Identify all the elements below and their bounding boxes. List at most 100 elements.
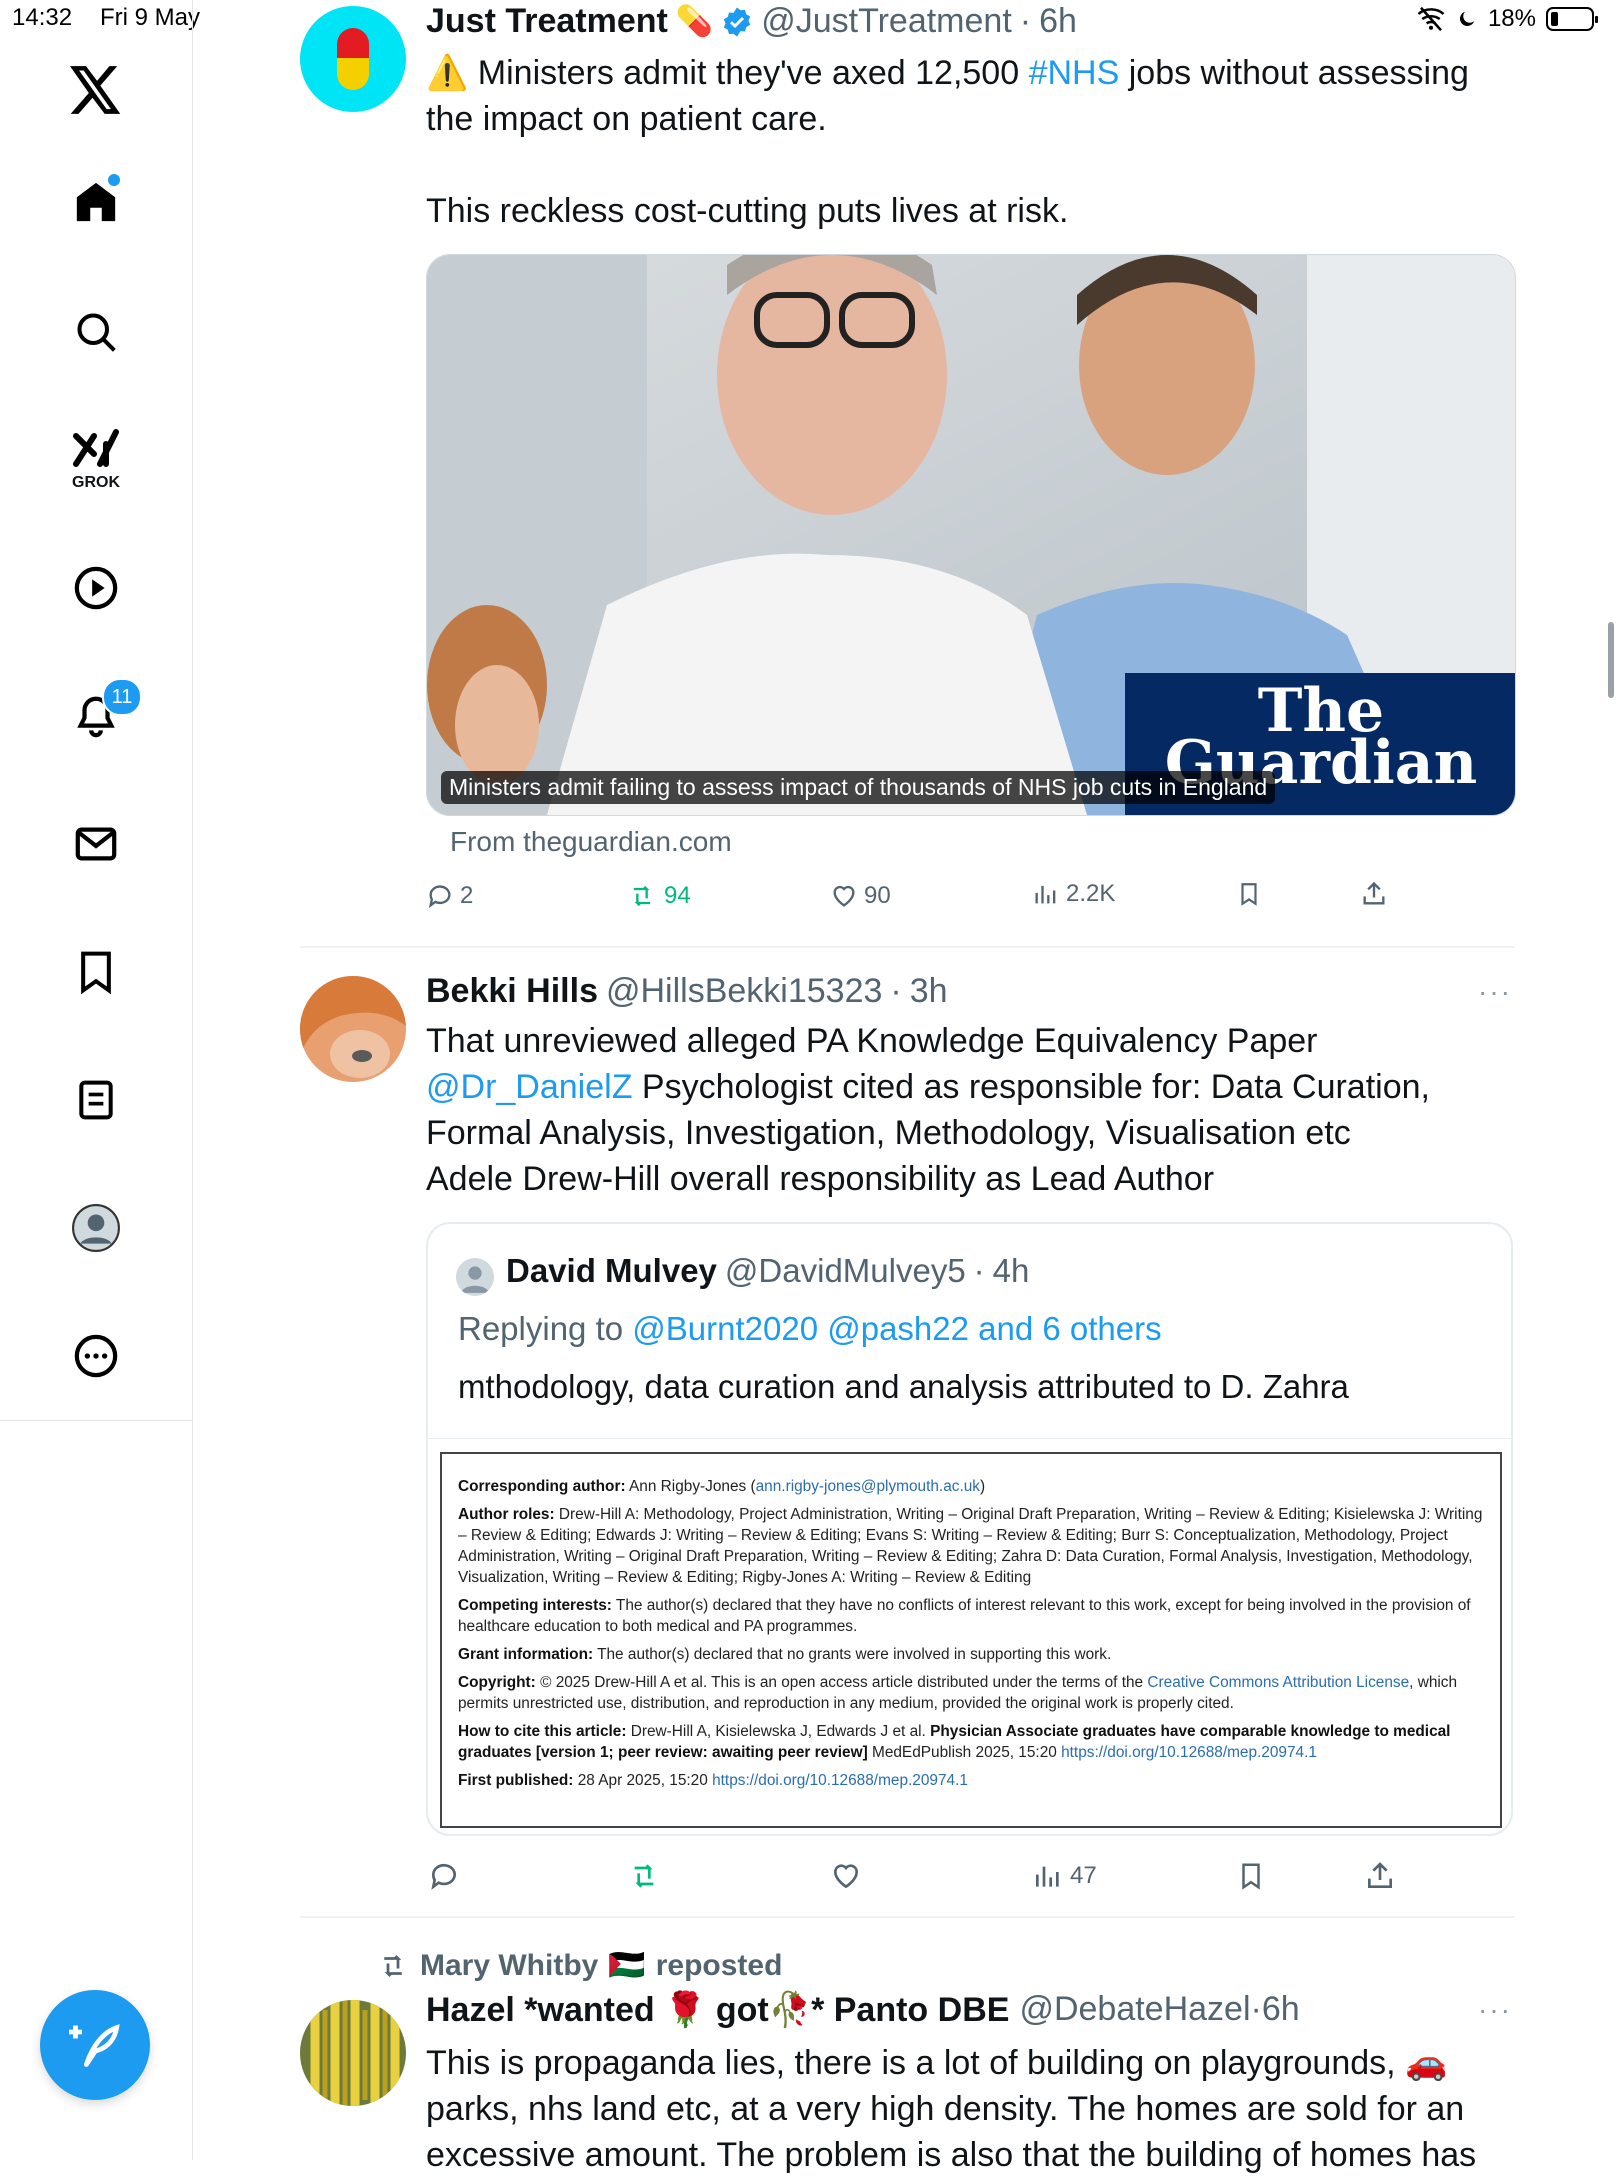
doc-copy-text: © 2025 Drew-Hill A et al. This is an ope… <box>535 1674 1148 1691</box>
notifications-icon[interactable]: 11 <box>64 678 142 748</box>
tweet3-header: Hazel *wanted 🌹 got🥀* Panto DBE @DebateH… <box>426 1990 1300 2030</box>
warning-emoji: ⚠️ <box>426 54 469 92</box>
bookmark-button[interactable] <box>1236 880 1262 908</box>
tweet1-separator: · <box>1019 2 1032 40</box>
reposted-icon <box>384 1954 402 1977</box>
share-button[interactable] <box>1360 880 1388 908</box>
quoted-tweet[interactable]: David Mulvey @DavidMulvey5 · 4h Replying… <box>426 1222 1513 1836</box>
battery-icon <box>1546 7 1598 31</box>
tweet3-time[interactable]: 6h <box>1262 1990 1300 2030</box>
repost-icon <box>634 1864 654 1888</box>
video-icon[interactable] <box>64 556 128 620</box>
repost-context: Mary Whitby 🇵🇸 reposted <box>376 1948 782 1983</box>
views-chart-icon <box>1035 885 1056 904</box>
reply-button[interactable]: 2 <box>426 882 473 910</box>
bekki-hills-avatar[interactable] <box>300 976 406 1082</box>
tweet2-time[interactable]: 3h <box>910 972 948 1011</box>
tweet2-handle[interactable]: @HillsBekki15323 <box>606 972 882 1011</box>
doc-first-text: 28 Apr 2025, 15:20 <box>573 1772 713 1789</box>
doc-cite-label: How to cite this article: <box>458 1723 627 1740</box>
reply-count: 2 <box>460 882 474 909</box>
tweet2-author-name[interactable]: Bekki Hills <box>426 972 598 1011</box>
doc-corr-close: ) <box>979 1478 986 1495</box>
just-treatment-avatar[interactable] <box>300 6 406 112</box>
tweet3-name-b: got <box>706 1991 769 2029</box>
messages-icon[interactable] <box>64 812 128 876</box>
tweet2-more-button[interactable]: ··· <box>1478 976 1512 1008</box>
nhs-hashtag[interactable]: #NHS <box>1029 54 1120 92</box>
tweet2-header: Bekki Hills @HillsBekki15323 · 3h <box>426 972 948 1011</box>
status-indicators: 18% <box>1416 4 1598 34</box>
tweet3-line1: This is propaganda lies, there is a lot … <box>426 2044 1448 2082</box>
tweet3-separator: · <box>1250 1990 1262 2028</box>
hazel-avatar[interactable] <box>300 2000 406 2106</box>
reposter-name[interactable]: Mary Whitby <box>420 1949 598 1983</box>
search-icon[interactable] <box>64 300 128 364</box>
tweet3-name-a: Hazel *wanted <box>426 1991 665 2029</box>
tweet2-like-button[interactable] <box>830 1860 862 1892</box>
replying-targets[interactable]: @Burnt2020 @pash22 and 6 others <box>632 1310 1161 1347</box>
bookmarks-icon[interactable] <box>64 940 128 1004</box>
repost-button[interactable]: 94 <box>626 882 691 910</box>
doc-grant-text: The author(s) declared that no grants we… <box>593 1646 1112 1663</box>
doc-cite-doi: https://doi.org/10.12688/mep.20974.1 <box>1061 1744 1317 1761</box>
replying-prefix: Replying to <box>458 1310 633 1347</box>
views-button[interactable]: 2.2K <box>1032 880 1115 908</box>
tweet2-bookmark-button[interactable] <box>1236 1860 1266 1892</box>
lists-icon[interactable] <box>64 1068 128 1132</box>
link-source[interactable]: From theguardian.com <box>450 826 732 858</box>
doc-grant-label: Grant information: <box>458 1646 594 1663</box>
like-button[interactable]: 90 <box>830 882 891 910</box>
tweet1-handle[interactable]: @JustTreatment <box>761 2 1012 41</box>
tweet2-share-button[interactable] <box>1364 1860 1396 1892</box>
grok-icon[interactable]: GROK <box>64 420 128 500</box>
tweet3-text: This is propaganda lies, there is a lot … <box>426 2040 1476 2178</box>
tweet3-more-button[interactable]: ··· <box>1478 1994 1512 2026</box>
tweet2-line1: That unreviewed alleged PA Knowledge Equ… <box>426 1022 1318 1060</box>
quote-replying-to: Replying to @Burnt2020 @pash22 and 6 oth… <box>458 1310 1162 1348</box>
tweet1-header: Just Treatment 💊 @JustTreatment · 6h <box>426 2 1077 41</box>
tweet3-handle[interactable]: @DebateHazel <box>1019 1990 1250 2030</box>
x-logo-icon[interactable] <box>64 58 128 122</box>
doc-roles-text: Drew-Hill A: Methodology, Project Admini… <box>458 1506 1483 1586</box>
verified-badge-icon <box>724 6 751 37</box>
reply-icon <box>431 1863 456 1890</box>
tweet3-author-name[interactable]: Hazel *wanted 🌹 got🥀* Panto DBE <box>426 1990 1009 2030</box>
quote-header: David Mulvey @DavidMulvey5 · 4h <box>506 1252 1029 1290</box>
heart-icon <box>834 1864 858 1889</box>
doc-cite-text: Drew-Hill A, Kisielewska J, Edwards J et… <box>626 1723 931 1740</box>
reply-icon <box>428 885 451 909</box>
tweet2-repost-button[interactable] <box>626 1860 662 1892</box>
compose-post-button[interactable] <box>40 1990 150 2100</box>
no-wifi-icon <box>1417 6 1445 32</box>
tweet2-views-button[interactable]: 47 <box>1032 1860 1097 1892</box>
tweet1-time[interactable]: 6h <box>1039 2 1077 41</box>
dr-danielz-mention[interactable]: @Dr_DanielZ <box>426 1068 632 1106</box>
quote-text: mthodology, data curation and analysis a… <box>458 1368 1349 1405</box>
quote-author-name: David Mulvey <box>506 1252 717 1289</box>
doc-roles-label: Author roles: <box>458 1506 555 1523</box>
david-mulvey-avatar <box>456 1258 494 1296</box>
tweet1-line1b: jobs without assessing <box>1119 54 1469 92</box>
tweet2-reply-button[interactable] <box>428 1860 460 1892</box>
home-icon[interactable] <box>64 170 128 234</box>
tweet1-line2: the impact on patient care. <box>426 100 827 138</box>
reposter-flag: 🇵🇸 <box>608 1949 646 1982</box>
moon-icon <box>1459 11 1475 27</box>
tweet3-line2: parks, nhs land etc, at a very high dens… <box>426 2090 1465 2128</box>
battery-percent: 18% <box>1487 5 1536 32</box>
tweet-divider <box>300 946 1515 948</box>
repost-count: 94 <box>664 882 691 909</box>
link-card-image[interactable]: The Guardian Ministers admit failing to … <box>426 254 1516 816</box>
sidebar-rule <box>192 1420 193 2160</box>
wilted-flower-emoji: 🥀 <box>768 1991 812 2029</box>
quote-image-divider <box>428 1438 1511 1439</box>
tweet3-line3: excessive amount. The problem is also th… <box>426 2136 1477 2174</box>
tweet1-author-name[interactable]: Just Treatment <box>426 2 668 41</box>
tweet1-text: ⚠️ Ministers admit they've axed 12,500 #… <box>426 50 1469 234</box>
scrollbar[interactable] <box>1608 622 1614 698</box>
more-icon[interactable] <box>64 1324 128 1388</box>
tweet2-line4: Adele Drew-Hill overall responsibility a… <box>426 1160 1215 1198</box>
quote-handle: @DavidMulvey5 <box>724 1252 966 1289</box>
profile-avatar-icon[interactable] <box>64 1196 128 1260</box>
